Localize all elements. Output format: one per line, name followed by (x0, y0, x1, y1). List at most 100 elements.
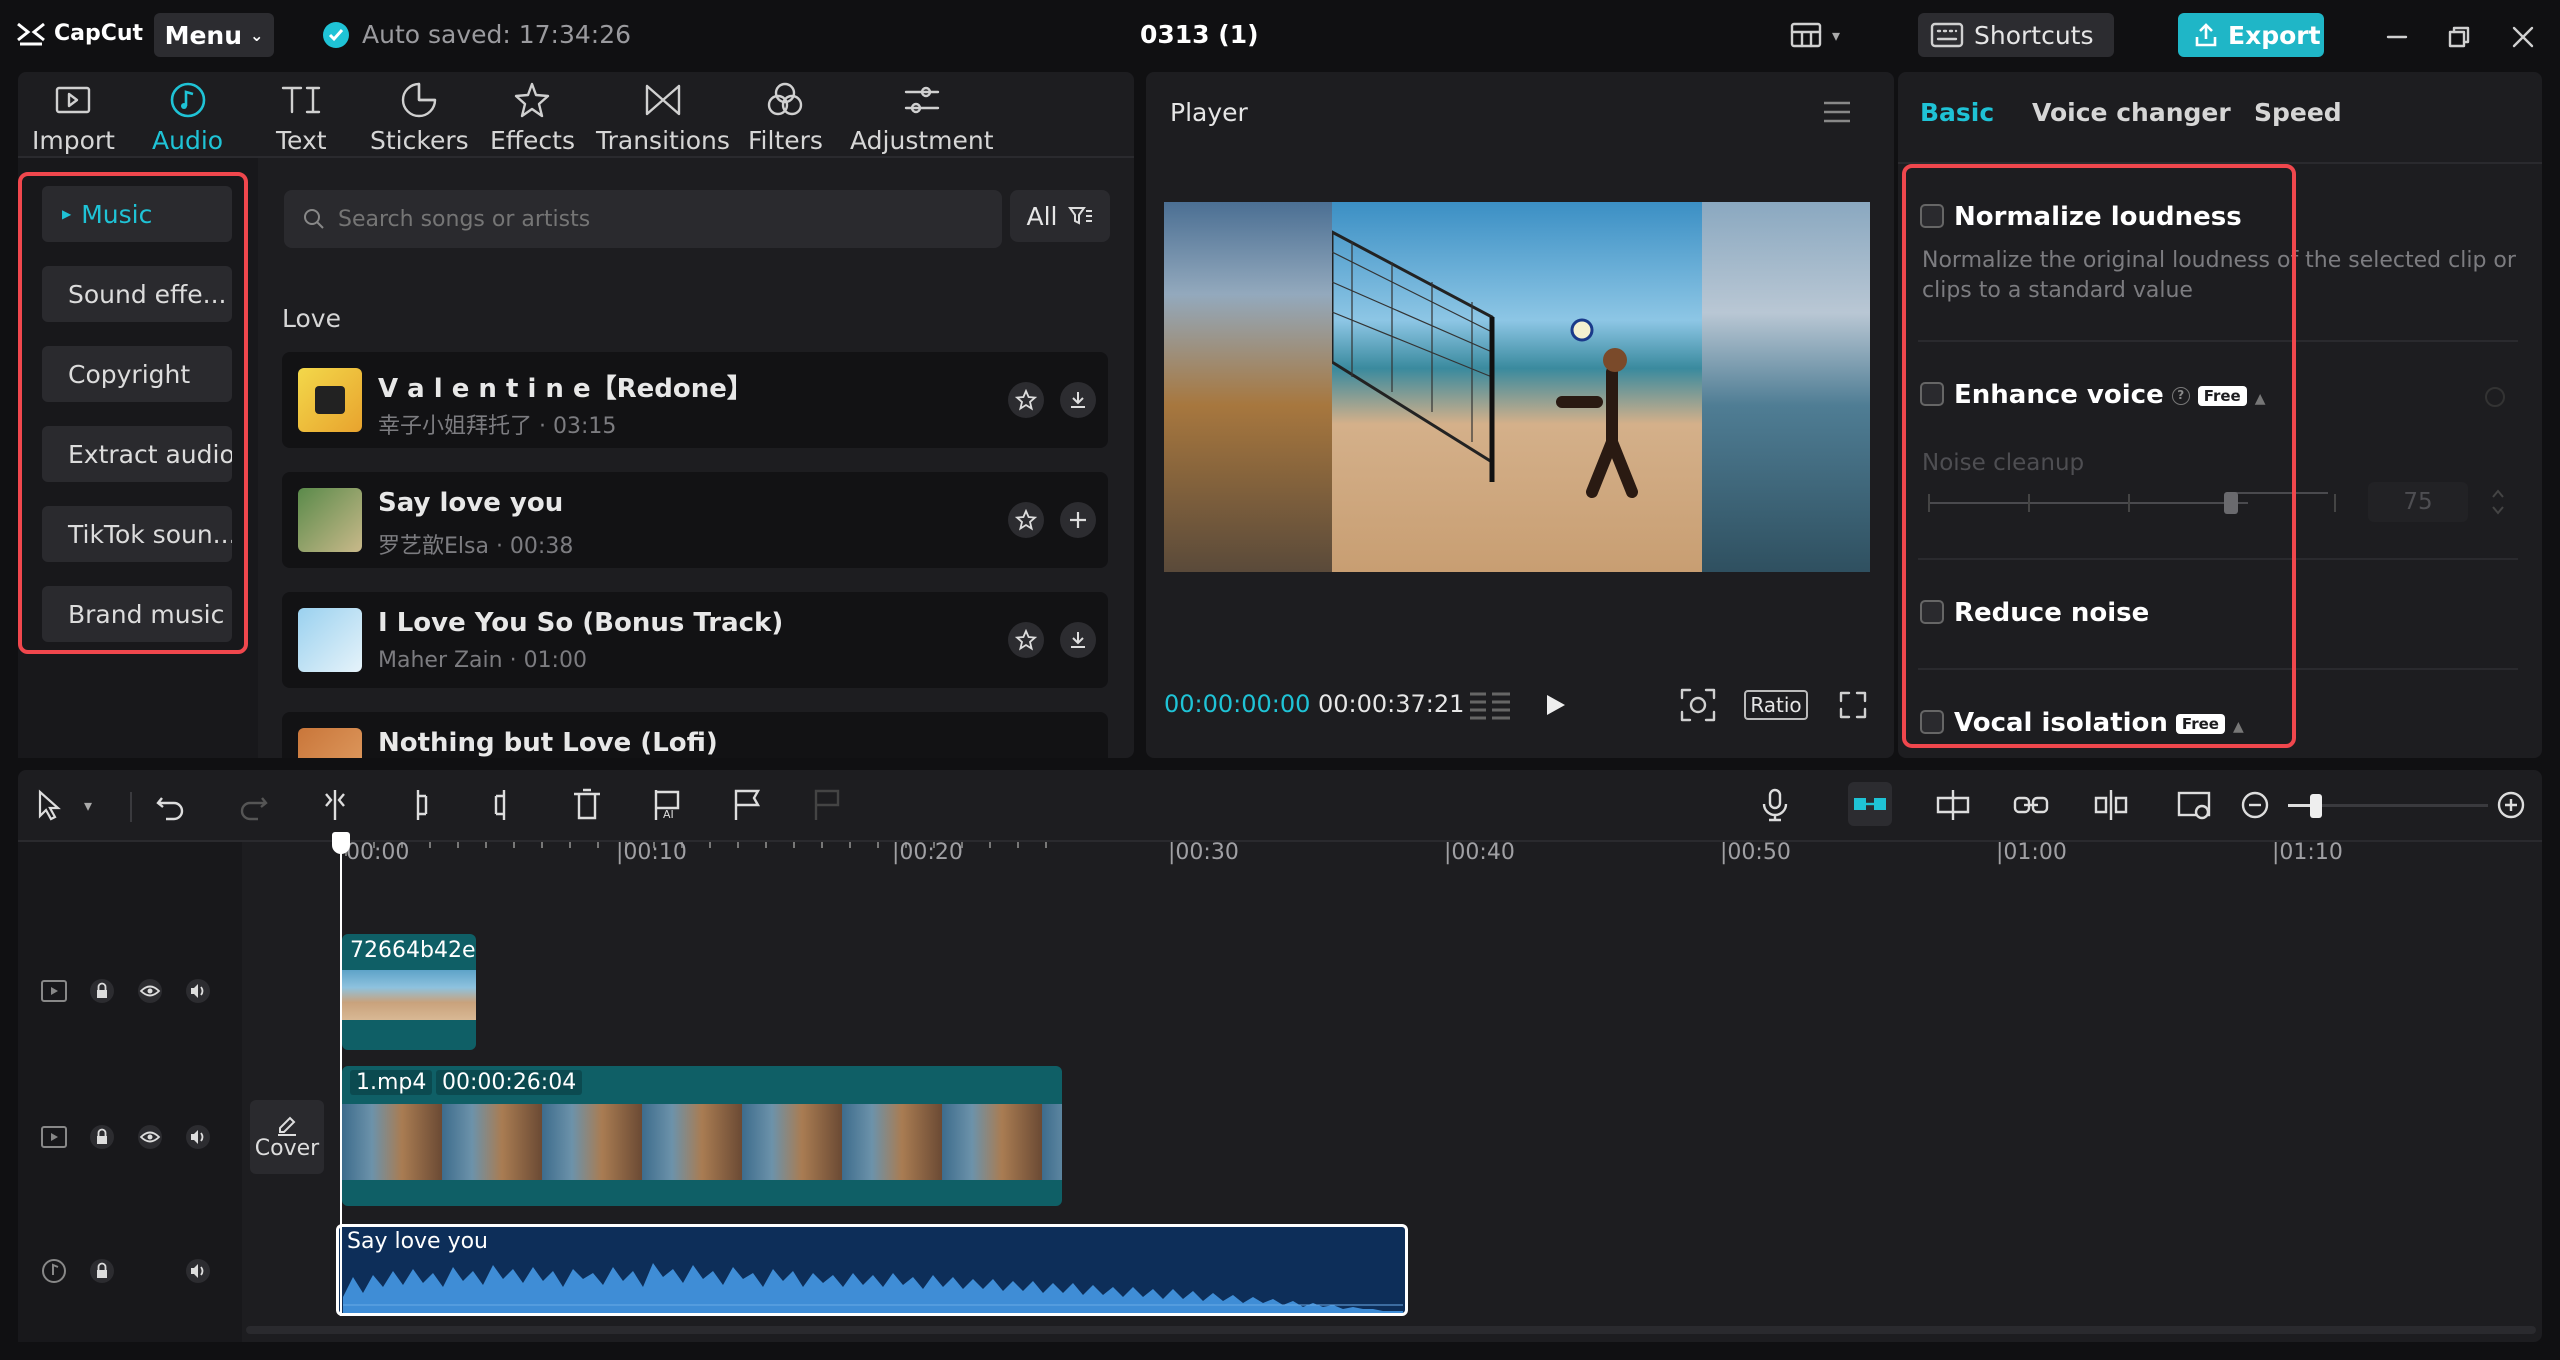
restore-icon[interactable] (2448, 26, 2470, 48)
ratio-button[interactable]: Ratio (1744, 690, 1808, 720)
vocal-isolation-checkbox[interactable] (1920, 710, 1944, 734)
audio-track-controls (40, 1258, 212, 1284)
divider (1918, 668, 2518, 670)
cover-button[interactable]: Cover (250, 1100, 324, 1174)
video-track-icon (41, 1126, 67, 1148)
collapse-icon[interactable]: ▲ (2233, 719, 2244, 735)
undo-icon[interactable] (154, 788, 188, 822)
download-button[interactable] (1060, 382, 1096, 418)
song-item[interactable]: Say love you 罗艺歆Elsa · 00:38 (282, 472, 1108, 568)
noise-cleanup-slider-track[interactable] (1928, 502, 2248, 504)
volume-icon[interactable] (184, 1124, 212, 1150)
audio-clip[interactable]: Say love you (336, 1224, 1408, 1316)
tab-import[interactable]: Import (32, 80, 115, 155)
category-label: Music (81, 199, 153, 229)
playhead[interactable] (340, 832, 342, 1316)
overlay-clip[interactable]: 72664b42e5 (342, 934, 476, 1050)
search-bar[interactable] (284, 190, 1002, 248)
tab-text[interactable]: Text (276, 80, 327, 155)
preview-axis-icon[interactable] (2176, 788, 2214, 822)
close-icon[interactable] (2512, 26, 2534, 48)
category-extract-audio[interactable]: Extract audio (42, 426, 232, 482)
eye-icon[interactable] (136, 978, 164, 1004)
lock-icon[interactable] (88, 1124, 116, 1150)
category-music[interactable]: ▶ Music (42, 186, 232, 242)
tab-stickers[interactable]: Stickers (370, 80, 469, 155)
noise-cleanup-slider-thumb[interactable] (2224, 492, 2238, 514)
volume-icon[interactable] (184, 1258, 212, 1284)
playhead-handle[interactable] (332, 832, 350, 854)
main-video-clip[interactable]: 1.mp4 00:00:26:04 (342, 1066, 1062, 1206)
favorite-button[interactable] (1008, 502, 1044, 538)
shortcuts-button[interactable]: Shortcuts (1918, 13, 2114, 57)
song-item[interactable]: Nothing but Love (Lofi) (282, 712, 1108, 758)
lock-icon[interactable] (88, 978, 116, 1004)
menu-button[interactable]: Menu ⌄ (154, 13, 274, 57)
split-preview-icon[interactable] (2092, 788, 2130, 822)
song-item[interactable]: V a l e n t i n e【Redone】 幸子小姐拜托了 · 03:1… (282, 352, 1108, 448)
media-panel: Import Audio Text Stickers Effects Trans… (18, 72, 1134, 758)
song-item[interactable]: I Love You So (Bonus Track) Maher Zain ·… (282, 592, 1108, 688)
download-button[interactable] (1060, 622, 1096, 658)
lock-icon[interactable] (88, 1258, 116, 1284)
hamburger-menu-icon[interactable] (1822, 100, 1852, 124)
flag-icon[interactable] (730, 788, 764, 822)
zoom-out-icon[interactable] (2240, 788, 2270, 822)
menu-label: Menu (164, 20, 243, 50)
normalize-checkbox[interactable] (1920, 204, 1944, 228)
ai-marker-icon[interactable]: AI (650, 788, 684, 822)
tab-speed[interactable]: Speed (2254, 98, 2342, 127)
favorite-button[interactable] (1008, 382, 1044, 418)
tab-basic[interactable]: Basic (1920, 98, 1994, 127)
layout-button[interactable]: ▾ (1790, 22, 1840, 48)
export-label: Export (2228, 20, 2321, 50)
volume-icon[interactable] (184, 978, 212, 1004)
auto-snap-toggle[interactable] (1848, 782, 1892, 826)
waveform-view-icon[interactable] (1468, 690, 1512, 720)
trim-left-icon[interactable] (404, 788, 438, 822)
play-icon[interactable] (1542, 692, 1568, 718)
zoom-slider-thumb[interactable] (2310, 794, 2322, 818)
horizontal-scrollbar[interactable] (246, 1326, 2536, 1334)
microphone-icon[interactable] (1760, 788, 1790, 822)
reset-icon[interactable] (2482, 384, 2508, 410)
category-tiktok-sounds[interactable]: TikTok soun... (42, 506, 232, 562)
select-cursor-icon[interactable] (34, 788, 64, 822)
stepper-icon[interactable] (2490, 486, 2506, 518)
category-sound-effects[interactable]: Sound effe... (42, 266, 232, 322)
tab-voice-changer[interactable]: Voice changer (2032, 98, 2231, 127)
fit-screen-icon[interactable] (1680, 688, 1716, 722)
chevron-down-icon[interactable]: ▾ (84, 796, 92, 815)
search-input[interactable] (338, 206, 978, 232)
noise-cleanup-value[interactable]: 75 (2368, 482, 2468, 522)
eye-icon[interactable] (136, 1124, 164, 1150)
category-copyright[interactable]: Copyright (42, 346, 232, 402)
favorite-button[interactable] (1008, 622, 1044, 658)
delete-icon[interactable] (570, 788, 604, 822)
tab-filters[interactable]: Filters (748, 80, 823, 155)
align-icon[interactable] (1934, 788, 1972, 822)
song-thumbnail (298, 608, 362, 672)
split-icon[interactable] (318, 788, 352, 822)
fullscreen-icon[interactable] (1838, 690, 1868, 720)
trim-right-icon[interactable] (484, 788, 518, 822)
normalize-desc: clips to a standard value (1922, 278, 2193, 303)
video-preview[interactable] (1164, 202, 1870, 572)
help-icon[interactable]: ? (2171, 386, 2190, 405)
link-icon[interactable] (2012, 788, 2050, 822)
category-brand-music[interactable]: Brand music (42, 586, 232, 642)
export-button[interactable]: Export (2178, 13, 2324, 57)
tab-transitions[interactable]: Transitions (596, 80, 730, 155)
tab-audio[interactable]: Audio (152, 80, 223, 155)
reduce-noise-checkbox[interactable] (1920, 600, 1944, 624)
minimize-icon[interactable] (2386, 26, 2408, 48)
check-circle-icon (323, 21, 349, 48)
tab-adjustment[interactable]: Adjustment (850, 80, 994, 155)
collapse-icon[interactable]: ▲ (2255, 391, 2266, 407)
tab-effects[interactable]: Effects (490, 80, 575, 155)
zoom-in-icon[interactable] (2496, 788, 2526, 822)
properties-panel: Basic Voice changer Speed Normalize loud… (1898, 72, 2542, 758)
enhance-voice-checkbox[interactable] (1920, 382, 1944, 406)
filter-button[interactable]: All (1010, 190, 1110, 242)
add-button[interactable] (1060, 502, 1096, 538)
